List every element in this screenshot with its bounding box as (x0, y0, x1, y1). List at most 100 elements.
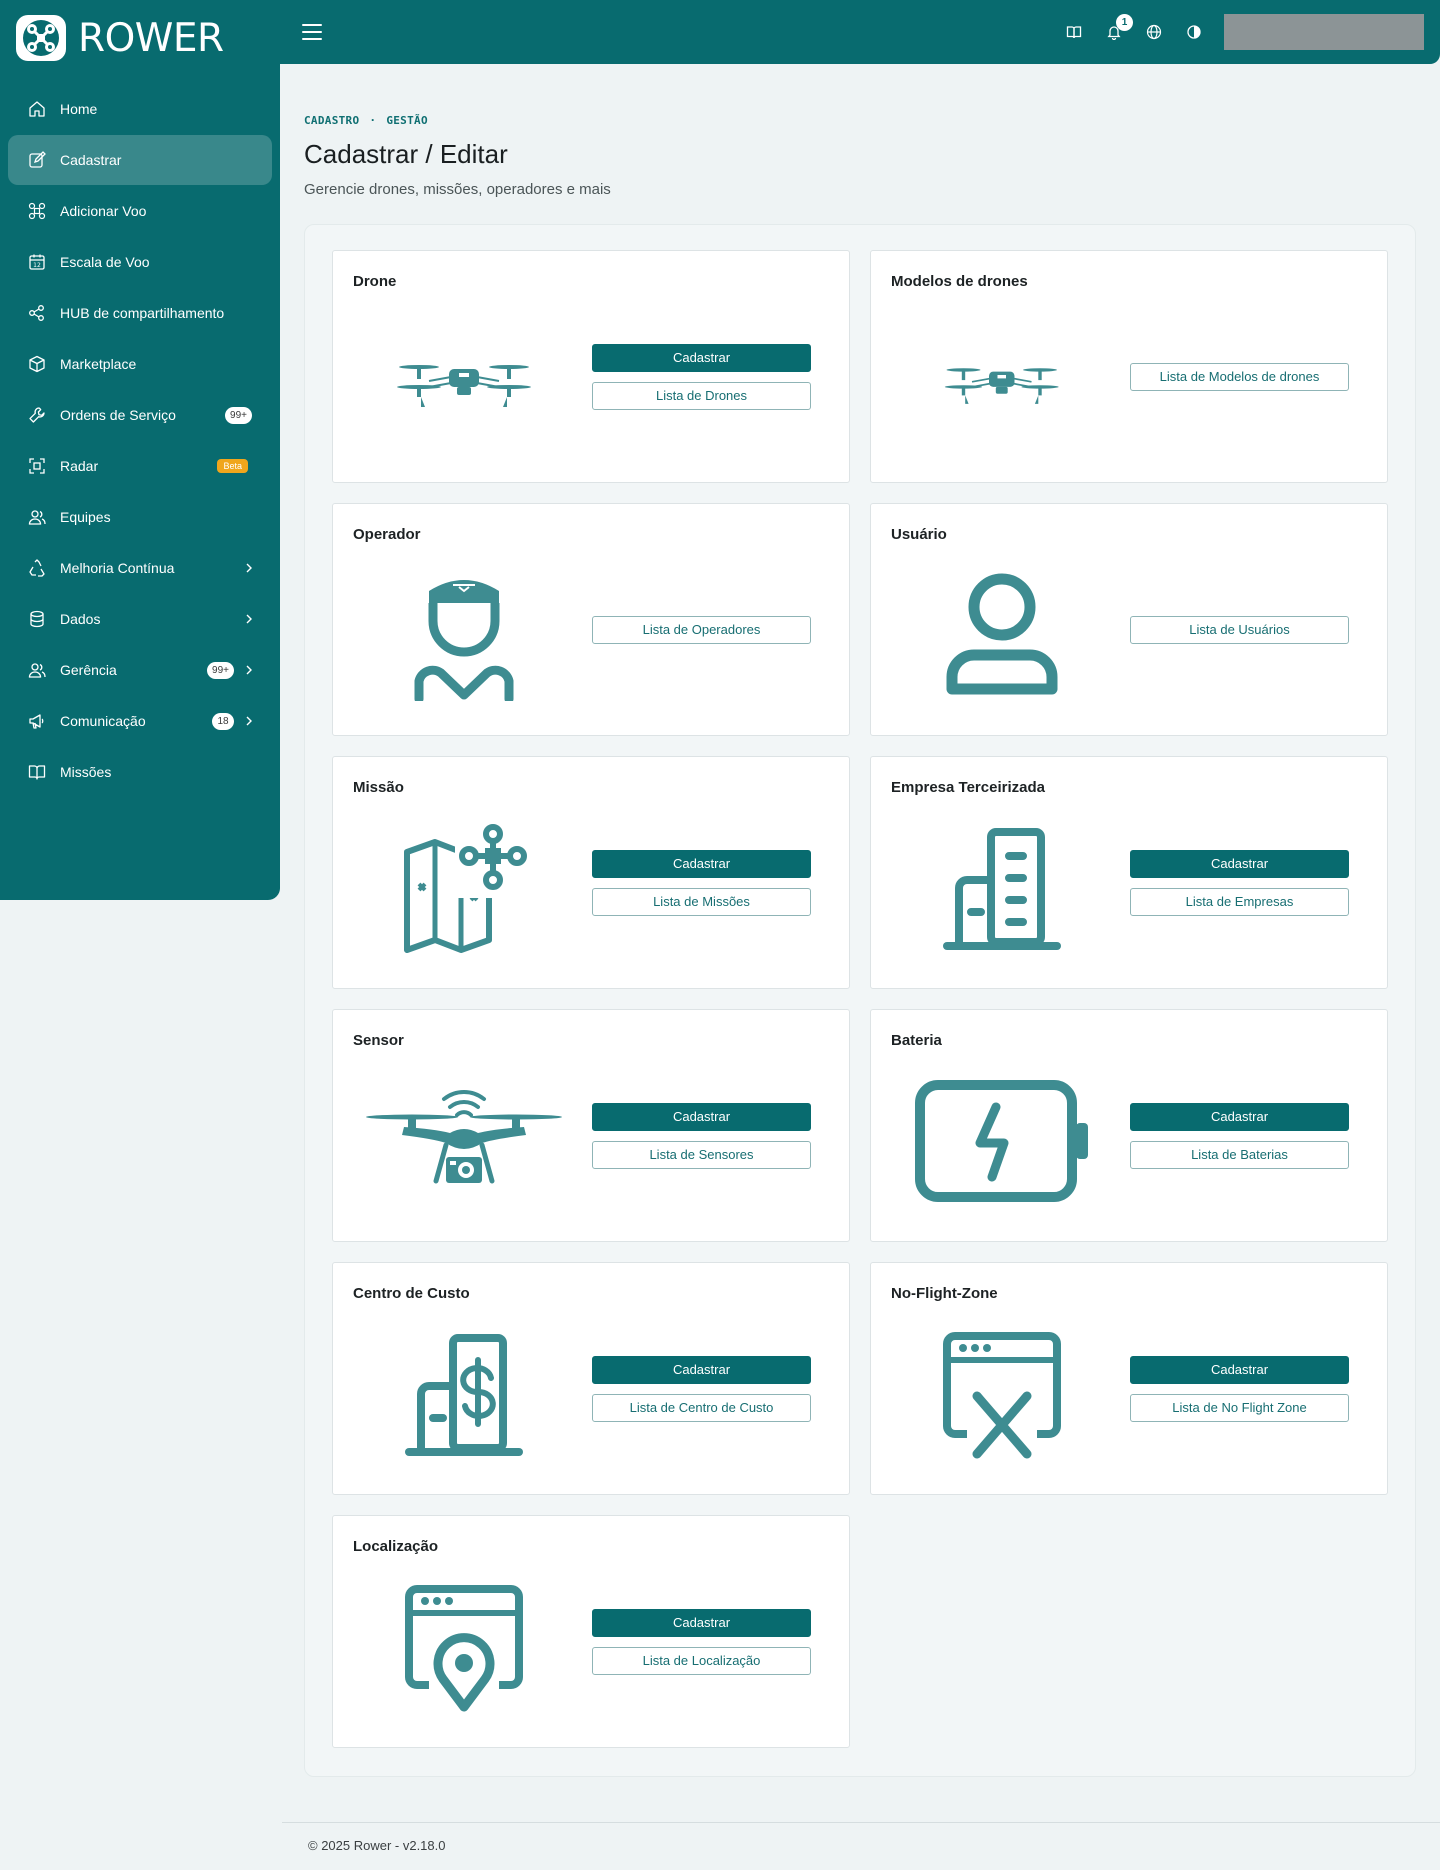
register-bateria-button[interactable]: Cadastrar (1130, 1102, 1349, 1131)
list-sensor-button[interactable]: Lista de Sensores (592, 1140, 811, 1169)
pilot-icon (349, 556, 579, 716)
radar-icon (28, 457, 46, 475)
card-no-flight-zone: No-Flight-Zone Cadastrar Lista de No Flig… (870, 1262, 1388, 1495)
sidebar-item-home[interactable]: Home (8, 84, 272, 134)
register-sensor-button[interactable]: Cadastrar (592, 1102, 811, 1131)
list-centro-de-custo-button[interactable]: Lista de Centro de Custo (592, 1393, 811, 1422)
sidebar-item-label: Adicionar Voo (60, 203, 147, 219)
sidebar-item-label: Comunicação (60, 713, 146, 729)
calendar-icon: 12 (28, 253, 46, 271)
beta-badge: Beta (217, 459, 248, 473)
drone-icon (28, 202, 46, 220)
user-menu[interactable] (1224, 14, 1424, 50)
breadcrumb-item[interactable]: CADASTRO (304, 114, 359, 127)
card-empresa-terceirizada: Empresa Terceirizada Cadastrar Lista de E… (870, 756, 1388, 989)
sidebar-item-label: Gerência (60, 662, 117, 678)
battery-icon (887, 1062, 1117, 1222)
card-modelos-de-drones: Modelos de drones Lista de Modelos de dr… (870, 250, 1388, 483)
sidebar-item-ordens-de-servico[interactable]: Ordens de Serviço 99+ (8, 390, 272, 440)
map-drone-icon (349, 809, 579, 969)
breadcrumb-item[interactable]: GESTÃO (386, 114, 428, 127)
home-icon (28, 100, 46, 118)
list-empresa-terceirizada-button[interactable]: Lista de Empresas (1130, 887, 1349, 916)
share-icon (28, 304, 46, 322)
users-icon (28, 661, 46, 679)
sidebar-item-label: Melhoria Contínua (60, 560, 175, 576)
card-title: Missão (353, 779, 404, 796)
card-title: Localização (353, 1538, 439, 1555)
sidebar-item-equipes[interactable]: Equipes (8, 492, 272, 542)
cards-panel: Drone Cadastrar Lista de Drones Modelos de… (304, 224, 1416, 1777)
card-missao: Missão Cadastrar Lista de Missões (332, 756, 850, 989)
card-title: No-Flight-Zone (891, 1285, 998, 1302)
theme-toggle-icon[interactable] (1174, 16, 1214, 48)
card-localizacao: Localização Cadastrar Lista de Localizaçã… (332, 1515, 850, 1748)
sidebar-item-cadastrar[interactable]: Cadastrar (8, 135, 272, 185)
register-empresa-terceirizada-button[interactable]: Cadastrar (1130, 849, 1349, 878)
wrench-icon (28, 406, 46, 424)
sidebar-item-label: Marketplace (60, 356, 137, 372)
sidebar-item-marketplace[interactable]: Marketplace (8, 339, 272, 389)
sidebar-item-label: HUB de compartilhamento (60, 305, 225, 321)
sidebar-item-radar[interactable]: Radar Beta (8, 441, 272, 491)
list-operador-button[interactable]: Lista de Operadores (592, 615, 811, 644)
sidebar-item-melhoria-continua[interactable]: Melhoria Contínua (8, 543, 272, 593)
register-drone-button[interactable]: Cadastrar (592, 343, 811, 372)
card-operador: Operador Lista de Operadores (332, 503, 850, 736)
sidebar-item-label: Ordens de Serviço (60, 407, 176, 423)
sidebar-item-gerencia[interactable]: Gerência 99+ (8, 645, 272, 695)
card-sensor: Sensor Cadastrar Lista de Sensores (332, 1009, 850, 1242)
card-title: Drone (353, 273, 397, 290)
sidebar-item-adicionar-voo[interactable]: Adicionar Voo (8, 186, 272, 236)
list-missao-button[interactable]: Lista de Missões (592, 887, 811, 916)
sidebar-item-dados[interactable]: Dados (8, 594, 272, 644)
megaphone-icon (28, 712, 46, 730)
sidebar-item-comunicacao[interactable]: Comunicação 18 (8, 696, 272, 746)
card-centro-de-custo: Centro de Custo Cadastrar Lista de Centro… (332, 1262, 850, 1495)
card-title: Operador (353, 526, 421, 543)
card-title: Modelos de drones (891, 273, 1028, 290)
bell-icon[interactable]: 1 (1094, 14, 1134, 48)
rower-logo-icon (16, 15, 66, 61)
cost-center-icon (349, 1315, 579, 1475)
chevron-right-icon (242, 612, 256, 626)
breadcrumb: CADASTRO · GESTÃO (304, 114, 1416, 127)
register-localizacao-button[interactable]: Cadastrar (592, 1608, 811, 1637)
sidebar-item-label: Missões (60, 764, 112, 780)
box-icon (28, 355, 46, 373)
register-no-flight-zone-button[interactable]: Cadastrar (1130, 1355, 1349, 1384)
sidebar-item-label: Escala de Voo (60, 254, 150, 270)
users-icon (28, 508, 46, 526)
list-modelos-de-drones-button[interactable]: Lista de Modelos de drones (1130, 362, 1349, 391)
menu-toggle-icon[interactable] (302, 24, 322, 40)
footer: © 2025 Rower - v2.18.0 (308, 1838, 446, 1853)
book-icon (28, 763, 46, 781)
cards-grid: Drone Cadastrar Lista de Drones Modelos de… (332, 250, 1389, 1748)
sensor-drone-icon (349, 1062, 579, 1222)
card-drone: Drone Cadastrar Lista de Drones (332, 250, 850, 483)
docs-book-icon[interactable] (1054, 16, 1094, 48)
card-usuario: Usuário Lista de Usuários (870, 503, 1388, 736)
sidebar-item-missoes[interactable]: Missões (8, 747, 272, 797)
list-usuario-button[interactable]: Lista de Usuários (1130, 615, 1349, 644)
globe-icon[interactable] (1134, 16, 1174, 48)
svg-text:12: 12 (33, 262, 41, 269)
list-drone-button[interactable]: Lista de Drones (592, 381, 811, 410)
page-title: Cadastrar / Editar (304, 139, 508, 169)
list-bateria-button[interactable]: Lista de Baterias (1130, 1140, 1349, 1169)
building-icon (887, 809, 1117, 969)
chevron-right-icon (242, 561, 256, 575)
sidebar-item-label: Cadastrar (60, 152, 122, 168)
sidebar-item-label: Equipes (60, 509, 111, 525)
drone-icon (887, 303, 1117, 463)
chevron-right-icon (242, 714, 256, 728)
register-centro-de-custo-button[interactable]: Cadastrar (592, 1355, 811, 1384)
list-no-flight-zone-button[interactable]: Lista de No Flight Zone (1130, 1393, 1349, 1422)
sidebar-item-label: Radar (60, 458, 99, 474)
sidebar-item-hub-de-compartilhamento[interactable]: HUB de compartilhamento (8, 288, 272, 338)
sidebar-item-escala-de-voo[interactable]: 12 Escala de Voo (8, 237, 272, 287)
brand[interactable]: ROWER (0, 0, 280, 76)
list-localizacao-button[interactable]: Lista de Localização (592, 1646, 811, 1675)
topbar: 1 (280, 0, 1440, 64)
register-missao-button[interactable]: Cadastrar (592, 849, 811, 878)
